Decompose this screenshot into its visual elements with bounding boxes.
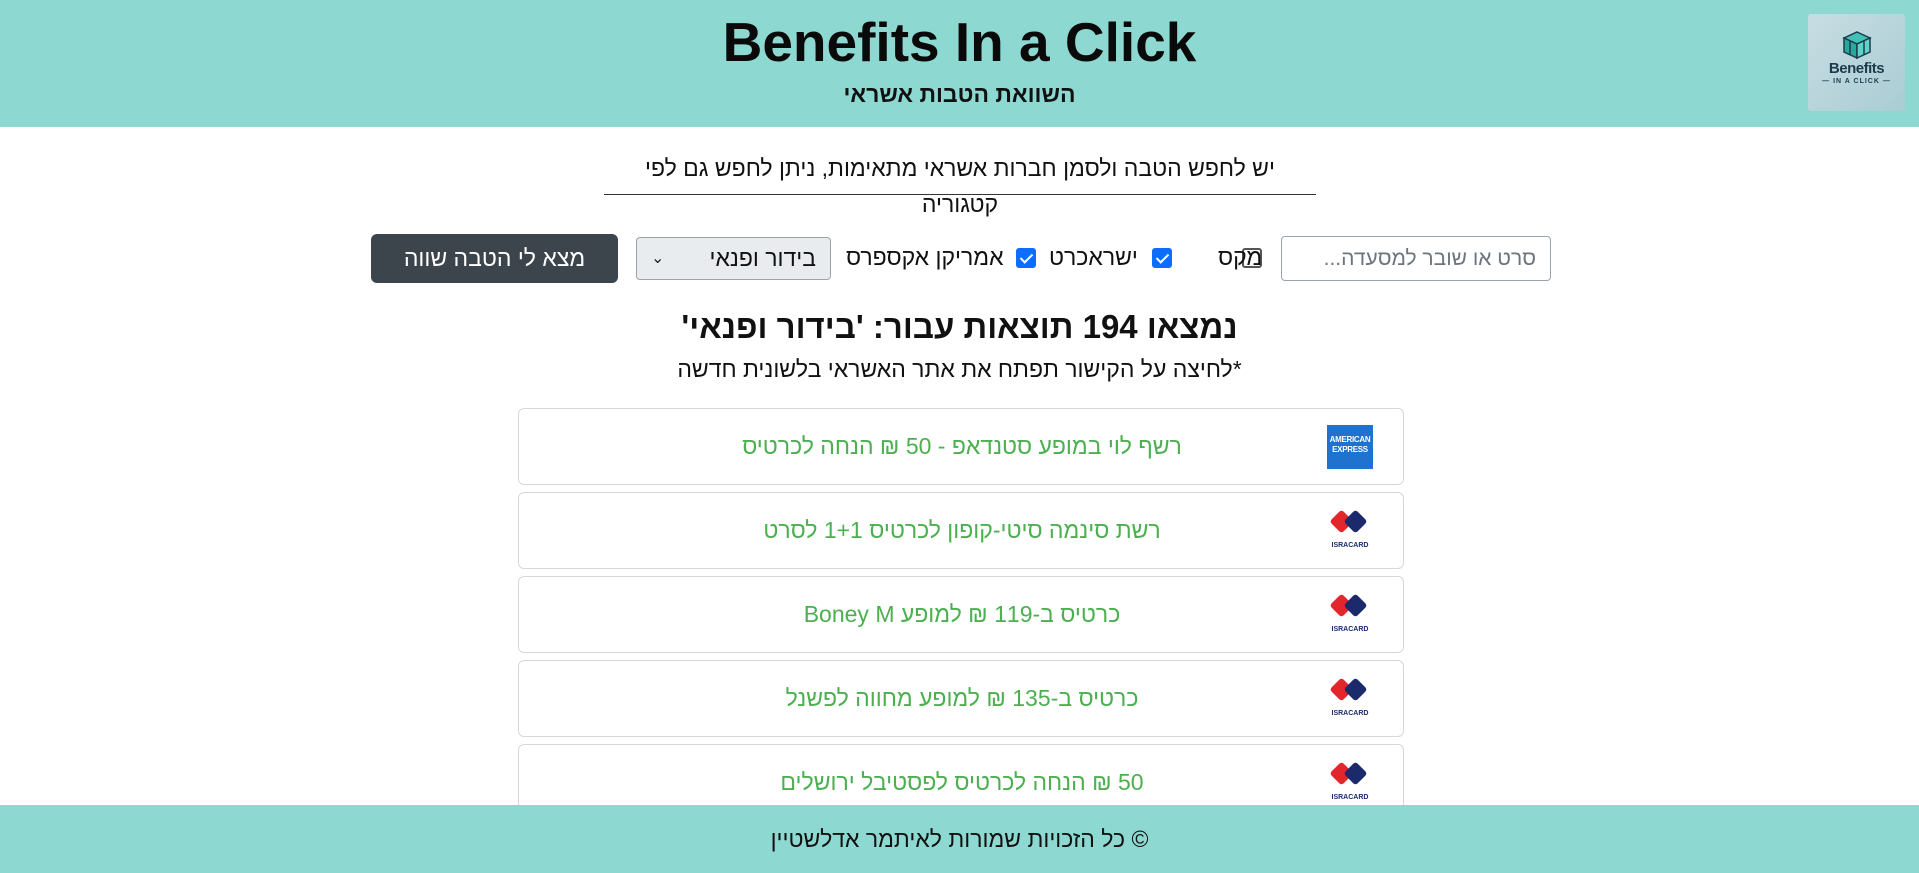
- isracard-logo-text: ISRACARD: [1331, 794, 1369, 801]
- isracard-logo-text: ISRACARD: [1331, 542, 1369, 549]
- isracard-logo-icon: ISRACARD: [1327, 677, 1373, 721]
- search-instruction: יש לחפש הטבה ולסמן חברות אשראי מתאימות, …: [604, 150, 1316, 217]
- site-header: Benefits In a Click השוואת הטבות אשראי B…: [0, 0, 1919, 127]
- isracard-logo-icon: ISRACARD: [1327, 593, 1373, 637]
- results-title: נמצאו 194 תוצאות עבור: 'בידור ופנאי': [681, 308, 1238, 345]
- isracard-logo-icon: ISRACARD: [1327, 509, 1373, 553]
- site-logo[interactable]: Benefits — IN A CLICK —: [1808, 14, 1905, 111]
- search-controls: מקס ישראכרט אמריקן אקספרס בידור ופנאי ⌄ …: [371, 234, 1552, 284]
- checkbox-amex[interactable]: [1016, 248, 1036, 268]
- checkbox-amex-label[interactable]: אמריקן אקספרס: [846, 241, 1004, 273]
- category-select[interactable]: בידור ופנאי ⌄: [636, 237, 831, 280]
- checkbox-max-label[interactable]: מקס: [1218, 241, 1262, 273]
- result-link[interactable]: רשף לוי במופע סטנדאפ - 50 ₪ הנחה לכרטיס: [519, 409, 1405, 484]
- results-note: *לחיצה על הקישור תפתח את אתר האשראי בלשו…: [677, 356, 1242, 382]
- gift-box-icon: [1842, 31, 1872, 60]
- result-item[interactable]: רשף לוי במופע סטנדאפ - 50 ₪ הנחה לכרטיס …: [518, 408, 1404, 485]
- result-link[interactable]: רשת סינמה סיטי-קופון לכרטיס 1+1 לסרט: [519, 493, 1405, 568]
- search-input[interactable]: [1281, 236, 1551, 281]
- isracard-logo-text: ISRACARD: [1331, 710, 1369, 717]
- isracard-logo-icon: ISRACARD: [1327, 761, 1373, 805]
- checkbox-isracard-label[interactable]: ישראכרט: [1049, 241, 1138, 273]
- checkbox-isracard[interactable]: [1152, 248, 1172, 268]
- site-footer: © כל הזכויות שמורות לאיתמר אדלשטיין: [0, 805, 1919, 873]
- category-selected-value: בידור ופנאי: [709, 245, 817, 271]
- logo-subtext: — IN A CLICK —: [1822, 78, 1891, 85]
- result-item[interactable]: רשת סינמה סיטי-קופון לכרטיס 1+1 לסרט ISR…: [518, 492, 1404, 569]
- result-item[interactable]: כרטיס ב-119 ₪ למופע Boney M ISRACARD: [518, 576, 1404, 653]
- isracard-logo-text: ISRACARD: [1331, 626, 1369, 633]
- result-item[interactable]: כרטיס ב-135 ₪ למופע מחווה לפשנל ISRACARD: [518, 660, 1404, 737]
- find-benefit-button[interactable]: מצא לי הטבה שווה: [371, 234, 618, 283]
- site-title: Benefits In a Click: [722, 11, 1197, 73]
- chevron-down-icon: ⌄: [651, 250, 665, 267]
- result-link[interactable]: כרטיס ב-135 ₪ למופע מחווה לפשנל: [519, 661, 1405, 736]
- amex-logo-icon: AMERICAN EXPRESS: [1327, 425, 1373, 469]
- site-subtitle: השוואת הטבות אשראי: [843, 81, 1076, 107]
- result-link[interactable]: כרטיס ב-119 ₪ למופע Boney M: [519, 577, 1405, 652]
- logo-text: Benefits: [1828, 60, 1885, 77]
